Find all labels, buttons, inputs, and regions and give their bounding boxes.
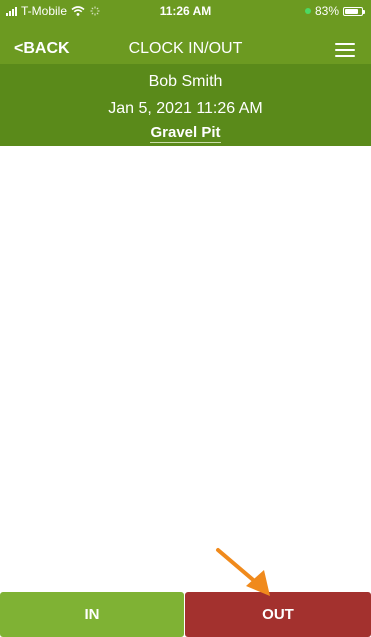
charging-dot-icon xyxy=(304,8,311,14)
battery-fill xyxy=(345,8,359,14)
battery-cap xyxy=(363,9,365,14)
status-bar: T-Mobile 11:26 AM 83% xyxy=(0,0,371,22)
content-area xyxy=(0,146,371,592)
location-container: Gravel Pit xyxy=(0,124,371,143)
battery-percent: 83% xyxy=(314,4,339,18)
status-right: 83% xyxy=(304,4,365,18)
location-link[interactable]: Gravel Pit xyxy=(150,124,221,143)
arrow-pointer-icon xyxy=(216,548,270,596)
current-datetime: Jan 5, 2021 11:26 AM xyxy=(108,100,263,117)
hamburger-menu-icon[interactable] xyxy=(335,43,355,59)
battery-icon xyxy=(343,6,365,16)
user-name: Bob Smith xyxy=(148,73,223,90)
nav-bar: <BACK CLOCK IN/OUT xyxy=(0,22,371,64)
page-title: CLOCK IN/OUT xyxy=(128,40,243,57)
clock-in-button[interactable]: IN xyxy=(0,592,184,637)
clock-info-header: Bob Smith Jan 5, 2021 11:26 AM Gravel Pi… xyxy=(0,64,371,146)
